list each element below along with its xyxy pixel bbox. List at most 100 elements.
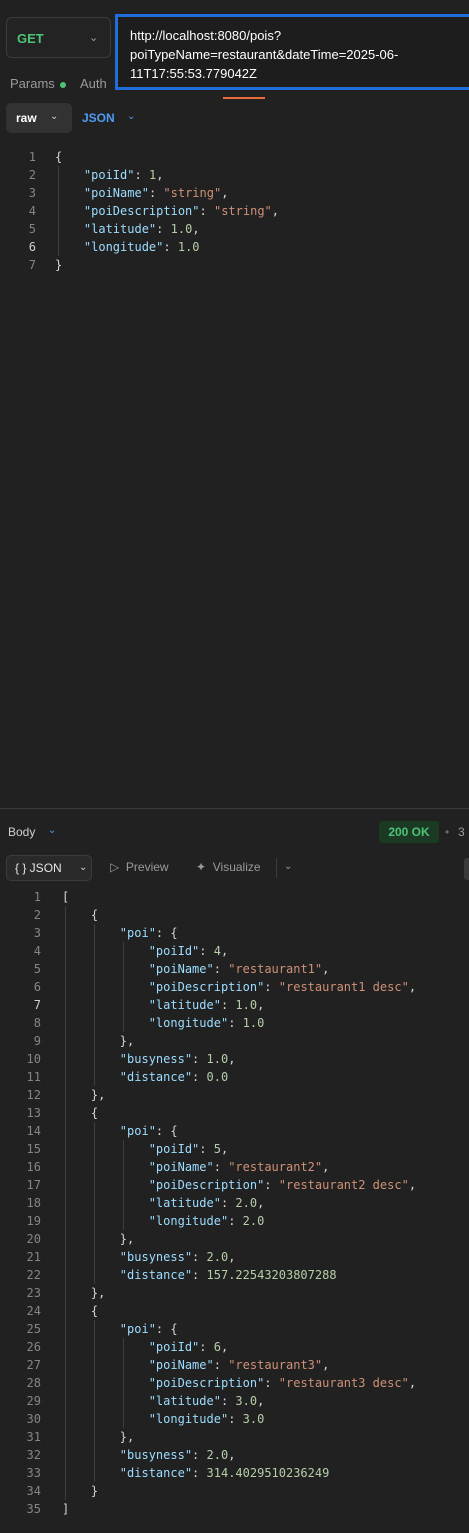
preview-button[interactable]: ▷ Preview	[110, 860, 169, 874]
body-mode-select[interactable]: raw ⌄	[6, 103, 72, 133]
code-line: 29 "latitude": 3.0,	[0, 1392, 469, 1410]
response-body-tab[interactable]: Body	[8, 825, 35, 839]
visualize-label: Visualize	[212, 860, 261, 874]
code-text: "poiId": 6,	[148, 1340, 229, 1354]
response-view-select[interactable]: { } JSON ⌄	[6, 855, 92, 881]
code-line: 25 "poi": {	[0, 1320, 469, 1338]
line-number: 31	[26, 1430, 41, 1444]
line-number: 13	[26, 1106, 41, 1120]
code-line: 7 "latitude": 1.0,	[0, 996, 469, 1014]
response-body-viewer[interactable]: 1[ 2 {3 "poi": {4 "poiId": 4, 5 "poiName":…	[0, 888, 469, 1518]
code-text: },	[90, 1286, 106, 1300]
line-number: 10	[26, 1052, 41, 1066]
url-input[interactable]: http://localhost:8080/pois? poiTypeName=…	[115, 14, 469, 90]
visualize-button[interactable]: ✦ Visualize	[196, 860, 261, 874]
line-number: 18	[26, 1196, 41, 1210]
method-select[interactable]: GET ⌄	[6, 17, 111, 58]
url-line: poiTypeName=restaurant&dateTime=2025-06-	[130, 47, 399, 62]
code-line: 33 "distance": 314.4029510236249	[0, 1464, 469, 1482]
code-text: "latitude": 1.0,	[83, 222, 200, 236]
indent-guide	[122, 1338, 124, 1428]
toolbar-overflow-button[interactable]	[464, 858, 469, 880]
line-number: 4	[33, 944, 41, 958]
url-line: 11T17:55:53.779042Z	[130, 66, 257, 81]
line-number: 22	[26, 1268, 41, 1282]
code-text: "longitude": 1.0	[148, 1016, 265, 1030]
code-text: "busyness": 2.0,	[119, 1250, 236, 1264]
line-number: 29	[26, 1394, 41, 1408]
line-number: 6	[28, 240, 36, 254]
line-number: 8	[33, 1016, 41, 1030]
code-text: "latitude": 3.0,	[148, 1394, 265, 1408]
code-text: "poiName": "restaurant2",	[148, 1160, 330, 1174]
method-label: GET	[17, 31, 44, 46]
code-text: "distance": 314.4029510236249	[119, 1466, 330, 1480]
code-text: "poiDescription": "restaurant3 desc",	[148, 1376, 417, 1390]
indent-guide	[122, 1140, 124, 1230]
body-language-select[interactable]: JSON	[82, 111, 115, 125]
line-number: 25	[26, 1322, 41, 1336]
request-body-editor[interactable]: 1{2 "poiId": 1, 3 "poiName": "string", 4 "…	[0, 148, 469, 274]
line-number: 21	[26, 1250, 41, 1264]
code-line: 34 }	[0, 1482, 469, 1500]
code-text: },	[119, 1034, 135, 1048]
code-text: "distance": 157.22543203807288	[119, 1268, 337, 1282]
code-line: 7}	[0, 256, 469, 274]
code-line: 4 "poiId": 4,	[0, 942, 469, 960]
code-text: }	[90, 1484, 99, 1498]
response-view-label: { } JSON	[15, 861, 62, 875]
line-number: 3	[28, 186, 36, 200]
code-text: "longitude": 3.0	[148, 1412, 265, 1426]
line-number: 12	[26, 1088, 41, 1102]
body-mode-label: raw	[16, 111, 37, 125]
line-number: 11	[26, 1070, 41, 1084]
code-line: 3 "poi": {	[0, 924, 469, 942]
code-line: 24 {	[0, 1302, 469, 1320]
chevron-down-icon: ⌄	[127, 111, 136, 122]
code-line: 10 "busyness": 1.0,	[0, 1050, 469, 1068]
code-line: 26 "poiId": 6,	[0, 1338, 469, 1356]
code-line: 20 },	[0, 1230, 469, 1248]
code-line: 16 "poiName": "restaurant2",	[0, 1158, 469, 1176]
code-line: 13 {	[0, 1104, 469, 1122]
code-line: 35]	[0, 1500, 469, 1518]
tab-auth[interactable]: Auth	[80, 76, 107, 91]
tab-params-label: Params	[10, 76, 55, 91]
code-line: 5 "poiName": "restaurant1",	[0, 960, 469, 978]
line-number: 34	[26, 1484, 41, 1498]
line-number: 32	[26, 1448, 41, 1462]
code-line: 22 "distance": 157.22543203807288	[0, 1266, 469, 1284]
code-line: 1[	[0, 888, 469, 906]
code-text: "poiDescription": "string",	[83, 204, 279, 218]
response-time: 3	[458, 825, 465, 839]
chevron-down-icon: ⌄	[79, 862, 88, 873]
code-line: 30 "longitude": 3.0	[0, 1410, 469, 1428]
code-text: "poiName": "string",	[83, 186, 229, 200]
line-number: 24	[26, 1304, 41, 1318]
code-text: "busyness": 2.0,	[119, 1448, 236, 1462]
line-number: 7	[28, 258, 36, 272]
tab-params[interactable]: Params	[10, 76, 66, 91]
code-text: "poi": {	[119, 926, 178, 940]
indent-guide	[93, 1122, 95, 1284]
code-text: },	[119, 1430, 135, 1444]
code-text: "distance": 0.0	[119, 1070, 229, 1084]
line-number: 16	[26, 1160, 41, 1174]
line-number: 1	[28, 150, 36, 164]
line-number: 2	[33, 908, 41, 922]
line-number: 35	[26, 1502, 41, 1516]
status-badge: 200 OK	[379, 821, 439, 843]
line-number: 26	[26, 1340, 41, 1354]
chevron-down-icon: ⌄	[50, 111, 59, 122]
active-tab-underline	[223, 97, 265, 99]
code-text: "poiId": 1,	[83, 168, 164, 182]
play-triangle-icon: ▷	[110, 860, 120, 874]
code-line: 27 "poiName": "restaurant3",	[0, 1356, 469, 1374]
code-text: },	[90, 1088, 106, 1102]
line-number: 1	[33, 890, 41, 904]
code-text: "poiId": 5,	[148, 1142, 229, 1156]
line-number: 9	[33, 1034, 41, 1048]
line-number: 30	[26, 1412, 41, 1426]
code-text: {	[90, 908, 99, 922]
chevron-down-icon[interactable]: ⌄	[284, 861, 292, 872]
